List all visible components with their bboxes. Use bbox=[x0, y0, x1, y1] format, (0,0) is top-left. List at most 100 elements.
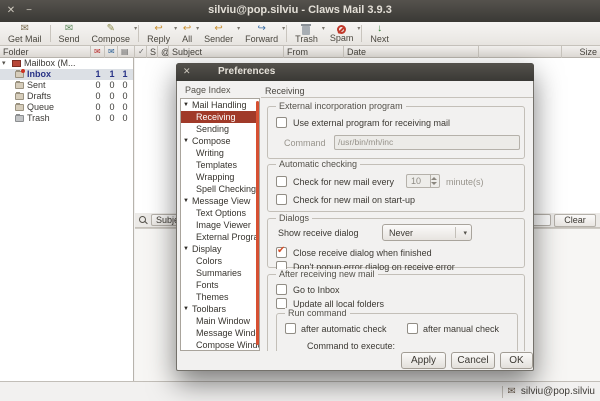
from-column-header[interactable]: From bbox=[284, 46, 344, 58]
expander-icon: ▼ bbox=[183, 198, 189, 204]
tree-item-display[interactable]: ▼ Display bbox=[181, 243, 259, 255]
folder-column-header[interactable]: Folder bbox=[0, 46, 91, 58]
after-manual-check-label[interactable]: after manual check bbox=[423, 324, 499, 335]
tree-item-text-options[interactable]: Text Options bbox=[181, 207, 259, 219]
tree-item-receiving[interactable]: Receiving bbox=[181, 111, 259, 123]
use-external-program-checkbox[interactable] bbox=[276, 117, 287, 128]
cancel-button[interactable]: Cancel bbox=[451, 352, 495, 369]
tree-item-main-window[interactable]: Main Window bbox=[181, 315, 259, 327]
reply-button[interactable]: ↩ Reply ▾ bbox=[141, 22, 177, 45]
folder-pane: ▾ Mailbox (M... Inbox 1 1 1 Sent 0 0 0 D… bbox=[0, 58, 134, 381]
folder-row-drafts[interactable]: Drafts 0 0 0 bbox=[0, 91, 133, 102]
check-every-checkbox[interactable] bbox=[276, 176, 287, 187]
folder-row-mailbox[interactable]: ▾ Mailbox (M... bbox=[0, 58, 133, 69]
tree-item-fonts[interactable]: Fonts bbox=[181, 279, 259, 291]
tree-item-mail-handling[interactable]: ▼ Mail Handling bbox=[181, 99, 259, 111]
folder-row-queue[interactable]: Queue 0 0 0 bbox=[0, 102, 133, 113]
column-headers: Folder ✉ ✉ ▤ ✓ S @ Subject From Date Siz… bbox=[0, 46, 600, 58]
window-title: silviu@pop.silviu - Claws Mail 3.9.3 bbox=[208, 4, 392, 16]
reply-all-button[interactable]: ↩ All ▾ bbox=[176, 22, 199, 45]
automatic-checking-group: Automatic checking Check for new mail ev… bbox=[267, 159, 525, 212]
command-to-execute-label: Command to execute: bbox=[307, 341, 396, 351]
group-title: Run command bbox=[285, 308, 350, 319]
close-receive-dialog-checkbox[interactable]: ✔ bbox=[276, 245, 287, 258]
get-mail-button[interactable]: ✉ Get Mail bbox=[2, 22, 48, 45]
show-receive-dialog-label: Show receive dialog bbox=[278, 228, 359, 238]
subject-column-header[interactable]: Subject bbox=[169, 46, 284, 58]
unread-count: 1 bbox=[109, 69, 115, 79]
tree-scrollbar[interactable] bbox=[256, 101, 259, 345]
tree-item-writing[interactable]: Writing bbox=[181, 147, 259, 159]
go-to-inbox-checkbox[interactable] bbox=[276, 284, 287, 295]
dialogs-group: Dialogs Show receive dialog Never ▾ ✔ Cl… bbox=[267, 213, 525, 272]
new-column-icon[interactable]: ✉ bbox=[91, 46, 105, 58]
tree-item-colors[interactable]: Colors bbox=[181, 255, 259, 267]
selected-option: Never bbox=[389, 228, 414, 238]
forward-button[interactable]: ↪ Forward ▾ bbox=[239, 22, 286, 45]
dialog-close-button[interactable]: ✕ bbox=[183, 66, 191, 77]
mark-column-icon[interactable]: ✓ bbox=[135, 46, 147, 58]
total-count: 0 bbox=[122, 102, 128, 112]
tree-item-message-window[interactable]: Message Window bbox=[181, 327, 259, 339]
go-to-inbox-label[interactable]: Go to Inbox bbox=[293, 285, 340, 296]
tree-item-compose-window[interactable]: Compose Window bbox=[181, 339, 259, 350]
tree-item-templates[interactable]: Templates bbox=[181, 159, 259, 171]
tree-item-summaries[interactable]: Summaries bbox=[181, 267, 259, 279]
check-icon: ✔ bbox=[277, 245, 286, 256]
apply-button[interactable]: Apply bbox=[401, 352, 446, 369]
tree-item-wrapping[interactable]: Wrapping bbox=[181, 171, 259, 183]
tree-item-compose[interactable]: ▼ Compose bbox=[181, 135, 259, 147]
next-button[interactable]: ↓ Next bbox=[364, 22, 395, 45]
trash-button[interactable]: Trash ▾ bbox=[289, 22, 325, 45]
total-column-icon[interactable]: ▤ bbox=[118, 46, 135, 58]
attachment-column-header[interactable]: @ bbox=[158, 46, 169, 58]
send-button[interactable]: ✉ Send bbox=[53, 22, 86, 45]
tree-item-toolbars[interactable]: ▼ Toolbars bbox=[181, 303, 259, 315]
date-column-header[interactable]: Date bbox=[344, 46, 479, 58]
check-on-startup-checkbox[interactable] bbox=[276, 194, 287, 205]
close-receive-dialog-label[interactable]: Close receive dialog when finished bbox=[293, 248, 432, 259]
receiving-panel: External incorporation program Use exter… bbox=[261, 100, 533, 351]
spam-button[interactable]: Spam ▾ bbox=[324, 22, 360, 45]
folder-name: Queue bbox=[27, 102, 55, 112]
command-label: Command bbox=[284, 138, 326, 148]
new-count: 0 bbox=[95, 102, 101, 112]
expander-icon: ▼ bbox=[183, 138, 189, 144]
new-count: 0 bbox=[95, 91, 101, 101]
search-icon[interactable] bbox=[139, 215, 148, 225]
tree-item-external-programs[interactable]: External Programs bbox=[181, 231, 259, 243]
after-receiving-group: After receiving new mail Go to Inbox Upd… bbox=[267, 269, 525, 351]
unread-count: 0 bbox=[109, 80, 115, 90]
ok-button[interactable]: OK bbox=[500, 352, 533, 369]
tree-item-sending[interactable]: Sending bbox=[181, 123, 259, 135]
blank-column-header[interactable] bbox=[479, 46, 562, 58]
preferences-dialog: ✕ Preferences Page Index ▼ Mail Handling … bbox=[176, 63, 534, 371]
quicksearch-clear-button[interactable]: Clear bbox=[554, 213, 596, 227]
expander-icon: ▼ bbox=[183, 246, 189, 252]
check-every-label[interactable]: Check for new mail every bbox=[293, 177, 394, 188]
chevron-down-icon: ▾ bbox=[282, 26, 286, 32]
use-external-program-label[interactable]: Use external program for receiving mail bbox=[293, 118, 450, 129]
after-manual-check-checkbox[interactable] bbox=[407, 323, 418, 334]
tree-item-image-viewer[interactable]: Image Viewer bbox=[181, 219, 259, 231]
folder-row-inbox[interactable]: Inbox 1 1 1 bbox=[0, 69, 133, 80]
tree-item-spell-checking[interactable]: Spell Checking bbox=[181, 183, 259, 195]
tree-item-message-view[interactable]: ▼ Message View bbox=[181, 195, 259, 207]
after-automatic-check-checkbox[interactable] bbox=[285, 323, 296, 334]
folder-row-sent[interactable]: Sent 0 0 0 bbox=[0, 80, 133, 91]
statusbar: ✉ silviu@pop.silviu bbox=[0, 381, 600, 401]
after-automatic-check-label[interactable]: after automatic check bbox=[301, 324, 387, 335]
folder-row-trash[interactable]: Trash 0 0 0 bbox=[0, 113, 133, 124]
check-on-startup-label[interactable]: Check for new mail on start-up bbox=[293, 195, 415, 206]
toolbar-separator bbox=[49, 25, 51, 42]
tree-item-themes[interactable]: Themes bbox=[181, 291, 259, 303]
group-title: Dialogs bbox=[276, 213, 313, 224]
size-column-header[interactable]: Size bbox=[562, 46, 600, 58]
unread-column-icon[interactable]: ✉ bbox=[105, 46, 118, 58]
compose-button[interactable]: ✎ Compose ▾ bbox=[86, 22, 138, 45]
reply-sender-button[interactable]: ↩ Sender ▾ bbox=[198, 22, 240, 45]
compose-icon: ✎ bbox=[106, 22, 115, 34]
status-column-header[interactable]: S bbox=[147, 46, 158, 58]
show-receive-dialog-select[interactable]: Never ▾ bbox=[382, 224, 472, 241]
folder-name: Mailbox (M... bbox=[24, 58, 76, 68]
